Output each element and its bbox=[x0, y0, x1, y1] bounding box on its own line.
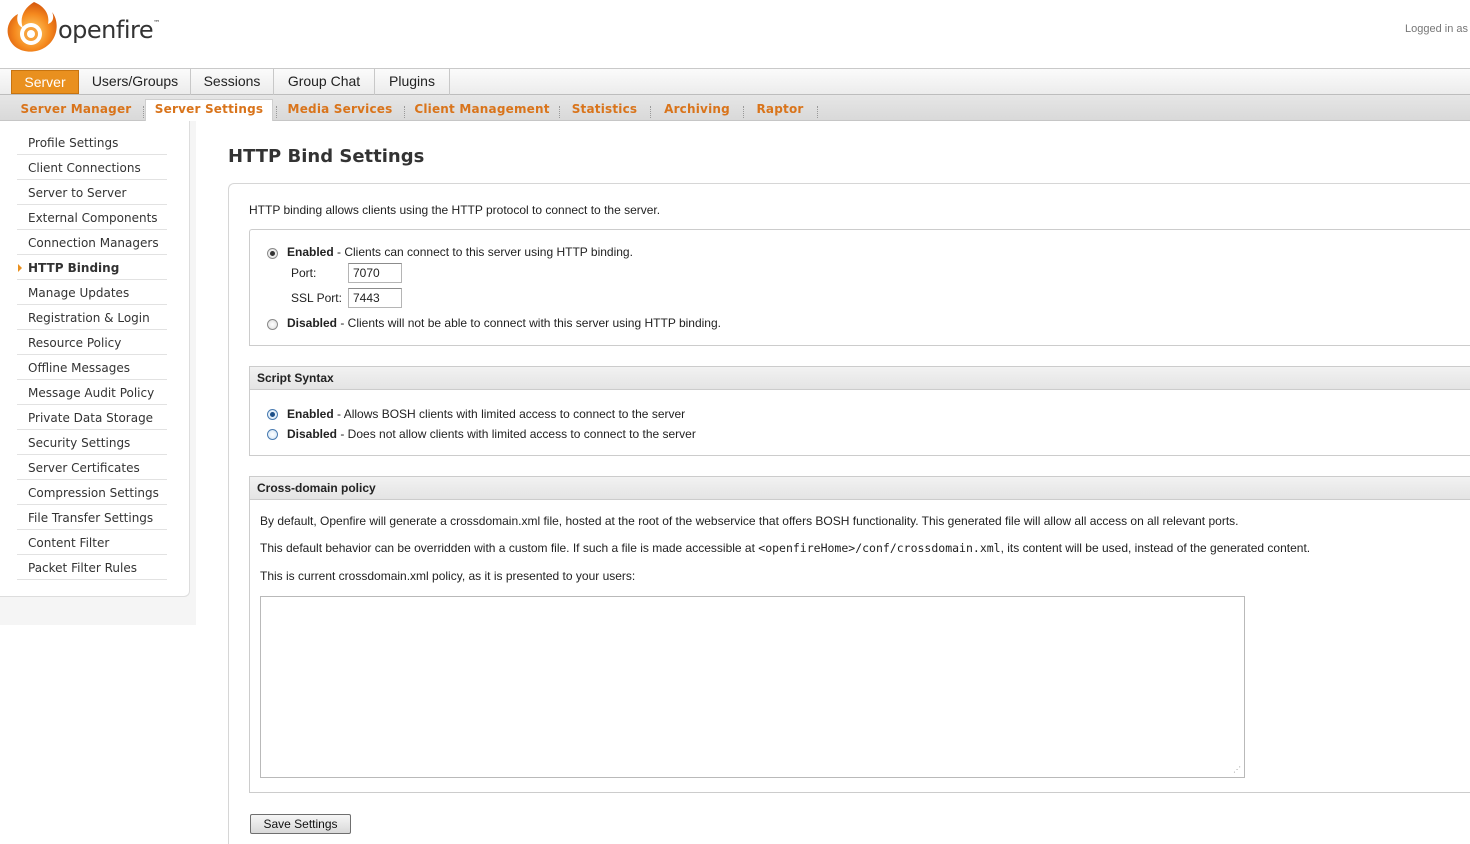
binding-enabled-radio[interactable] bbox=[267, 248, 278, 259]
subtab-divider bbox=[276, 106, 277, 118]
script-enabled-label: Enabled - Allows BOSH clients with limit… bbox=[287, 407, 686, 421]
subtab-divider bbox=[743, 106, 744, 118]
port-label: Port: bbox=[291, 266, 317, 280]
subtab-statistics[interactable]: Statistics bbox=[566, 100, 643, 121]
tab-group-chat[interactable]: Group Chat bbox=[274, 69, 375, 95]
sidebar-item-packet-filter-rules[interactable]: Packet Filter Rules bbox=[17, 555, 167, 580]
subtab-raptor[interactable]: Raptor bbox=[750, 100, 810, 121]
subtab-client-management[interactable]: Client Management bbox=[410, 100, 554, 121]
main-nav: Server Users/Groups Sessions Group Chat … bbox=[0, 68, 1470, 95]
subtab-media-services[interactable]: Media Services bbox=[282, 100, 398, 121]
subtab-divider bbox=[650, 106, 651, 118]
sidebar-item-server-certificates[interactable]: Server Certificates bbox=[17, 455, 167, 480]
cross-domain-para-3: This is current crossdomain.xml policy, … bbox=[260, 569, 636, 583]
subtab-divider bbox=[817, 106, 818, 118]
sidebar-item-client-connections[interactable]: Client Connections bbox=[17, 155, 167, 180]
binding-disabled-radio[interactable] bbox=[267, 319, 278, 330]
sidebar-item-private-data-storage[interactable]: Private Data Storage bbox=[17, 405, 167, 430]
logged-in-text: Logged in as bbox=[1405, 23, 1468, 35]
sidebar-item-profile-settings[interactable]: Profile Settings bbox=[17, 130, 167, 155]
script-enabled-radio[interactable] bbox=[267, 409, 278, 420]
sidebar-item-http-binding[interactable]: HTTP Binding bbox=[17, 255, 167, 280]
ssl-port-label: SSL Port: bbox=[291, 291, 342, 305]
script-syntax-header: Script Syntax bbox=[250, 367, 1470, 390]
page-title: HTTP Bind Settings bbox=[228, 146, 425, 167]
save-settings-button[interactable]: Save Settings bbox=[250, 814, 351, 834]
subtab-server-manager[interactable]: Server Manager bbox=[14, 100, 138, 121]
sidebar-item-manage-updates[interactable]: Manage Updates bbox=[17, 280, 167, 305]
sidebar-item-label: HTTP Binding bbox=[28, 261, 120, 275]
sidebar-item-offline-messages[interactable]: Offline Messages bbox=[17, 355, 167, 380]
sidebar-item-registration-login[interactable]: Registration & Login bbox=[17, 305, 167, 330]
openfire-logo-icon bbox=[7, 2, 57, 52]
subtab-divider bbox=[404, 106, 405, 118]
intro-text: HTTP binding allows clients using the HT… bbox=[249, 203, 661, 217]
sidebar-item-server-to-server[interactable]: Server to Server bbox=[17, 180, 167, 205]
sidebar: Profile Settings Client Connections Serv… bbox=[0, 121, 190, 597]
subtab-divider bbox=[559, 106, 560, 118]
sidebar-item-content-filter[interactable]: Content Filter bbox=[17, 530, 167, 555]
tab-users-groups[interactable]: Users/Groups bbox=[80, 69, 191, 95]
sidebar-item-compression-settings[interactable]: Compression Settings bbox=[17, 480, 167, 505]
subtab-divider bbox=[143, 106, 144, 118]
header: openfire™ Logged in as bbox=[0, 0, 1470, 68]
sidebar-item-external-components[interactable]: External Components bbox=[17, 205, 167, 230]
cross-domain-para-1: By default, Openfire will generate a cro… bbox=[260, 514, 1239, 528]
ssl-port-input[interactable]: 7443 bbox=[348, 288, 402, 308]
sidebar-item-file-transfer-settings[interactable]: File Transfer Settings bbox=[17, 505, 167, 530]
crossdomain-policy-textarea[interactable]: ⋰ bbox=[260, 596, 1245, 778]
cross-domain-para-2: This default behavior can be overridden … bbox=[260, 541, 1311, 555]
subtab-archiving[interactable]: Archiving bbox=[657, 100, 737, 121]
sidebar-item-resource-policy[interactable]: Resource Policy bbox=[17, 330, 167, 355]
port-input[interactable]: 7070 bbox=[348, 263, 402, 283]
binding-disabled-label: Disabled - Clients will not be able to c… bbox=[287, 316, 721, 330]
resize-grip-icon[interactable]: ⋰ bbox=[1233, 766, 1241, 774]
sidebar-item-security-settings[interactable]: Security Settings bbox=[17, 430, 167, 455]
tab-sessions[interactable]: Sessions bbox=[191, 69, 274, 95]
sidebar-item-message-audit-policy[interactable]: Message Audit Policy bbox=[17, 380, 167, 405]
active-arrow-icon bbox=[18, 264, 22, 272]
subtab-server-settings[interactable]: Server Settings bbox=[145, 99, 273, 121]
sidebar-item-connection-managers[interactable]: Connection Managers bbox=[17, 230, 167, 255]
sub-nav: Server Manager Server Settings Media Ser… bbox=[0, 95, 1470, 121]
cross-domain-header: Cross-domain policy bbox=[250, 477, 1470, 500]
script-disabled-radio[interactable] bbox=[267, 429, 278, 440]
logo-wordmark: openfire™ bbox=[58, 16, 160, 44]
script-disabled-label: Disabled - Does not allow clients with l… bbox=[287, 427, 696, 441]
tab-plugins[interactable]: Plugins bbox=[375, 69, 450, 95]
tab-server[interactable]: Server bbox=[11, 70, 79, 94]
binding-enabled-label: Enabled - Clients can connect to this se… bbox=[287, 245, 633, 259]
